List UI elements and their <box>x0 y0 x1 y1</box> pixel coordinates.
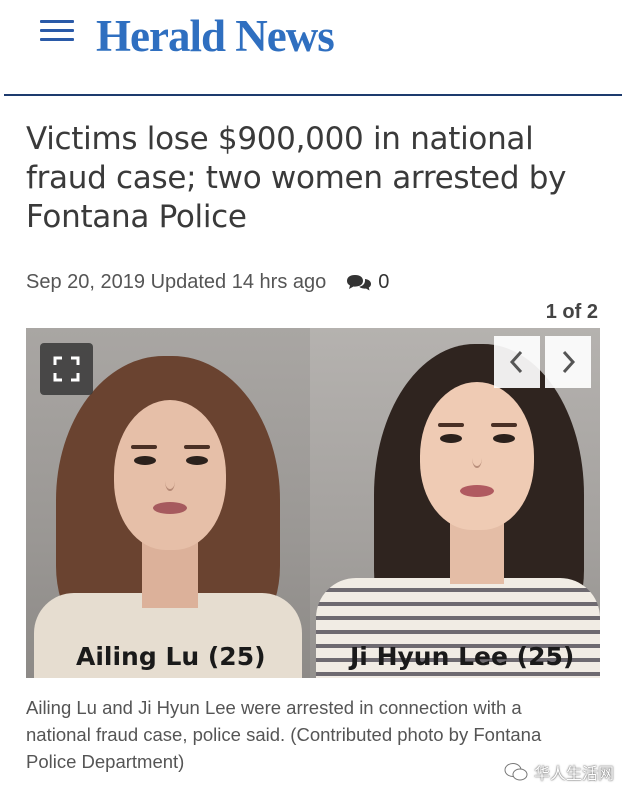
right-person-brow <box>438 423 464 427</box>
previous-photo-button[interactable] <box>494 336 540 388</box>
photo-caption: Ailing Lu and Ji Hyun Lee were arrested … <box>26 697 542 772</box>
header-divider <box>4 94 622 96</box>
publish-date: Sep 20, 2019 <box>26 271 145 293</box>
left-person-eye <box>186 456 208 465</box>
right-person-nose <box>472 448 482 468</box>
menu-icon[interactable] <box>40 20 74 44</box>
photo-label-left: Ailing Lu (25) <box>76 642 266 671</box>
right-person-brow <box>491 423 517 427</box>
right-person-eye <box>440 434 462 443</box>
left-person-brow <box>131 445 157 449</box>
fullscreen-icon <box>53 356 80 382</box>
chevron-right-icon <box>562 350 576 374</box>
fullscreen-button[interactable] <box>40 343 93 395</box>
gallery-counter: 1 of 2 <box>545 301 598 323</box>
comments-link[interactable]: 0 <box>346 271 389 294</box>
gallery-photo[interactable]: Ailing Lu (25) Ji Hyun Lee (25) <box>26 328 600 678</box>
left-person-eye <box>134 456 156 465</box>
photo-label-right: Ji Hyun Lee (25) <box>350 642 575 671</box>
next-photo-button[interactable] <box>545 336 591 388</box>
updated-time: Updated 14 hrs ago <box>150 271 327 293</box>
comment-icon <box>347 274 372 290</box>
site-logo[interactable]: Herald News <box>96 10 335 62</box>
watermark: 华人生活网 <box>504 760 614 784</box>
article-headline: Victims lose $900,000 in national fraud … <box>26 121 567 235</box>
left-person-nose <box>165 471 175 491</box>
left-person-brow <box>184 445 210 449</box>
comment-count: 0 <box>378 271 390 293</box>
right-person-eye <box>493 434 515 443</box>
article-meta: Sep 20, 2019 Updated 14 hrs ago 0 <box>26 271 389 294</box>
chevron-left-icon <box>509 350 523 374</box>
right-person-lips <box>460 485 494 497</box>
site-header: Herald News <box>0 0 626 96</box>
wechat-icon <box>504 763 528 781</box>
watermark-text: 华人生活网 <box>533 766 614 783</box>
left-person-lips <box>153 502 187 514</box>
